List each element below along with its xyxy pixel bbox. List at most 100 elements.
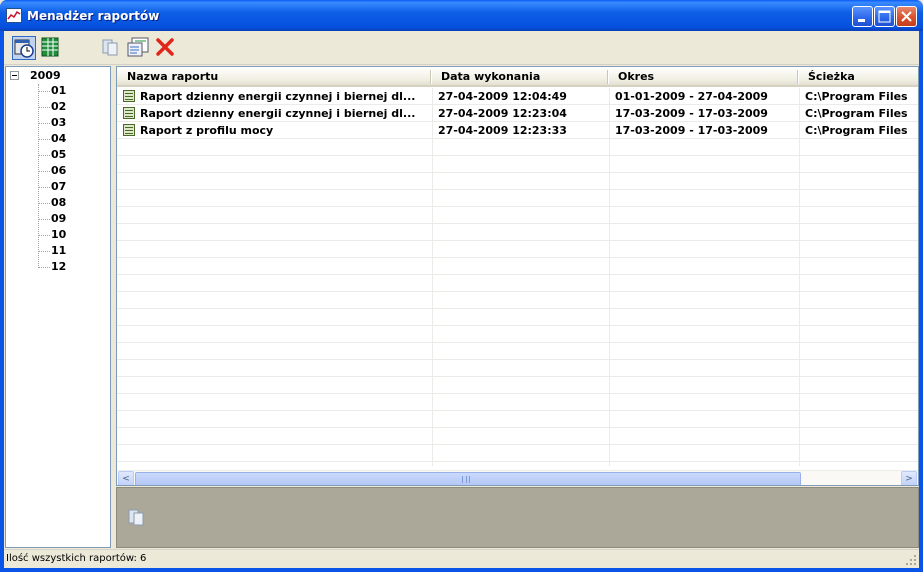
- cell-path: C:\Program Files: [805, 124, 908, 137]
- empty-row[interactable]: [117, 343, 918, 360]
- scroll-thumb[interactable]: [135, 472, 801, 485]
- maximize-icon: [878, 10, 891, 23]
- tree-item-label: 02: [51, 100, 67, 113]
- cell-report-name: Raport z profilu mocy: [140, 124, 274, 137]
- cell-date: 27-04-2009 12:04:49: [438, 90, 567, 103]
- empty-row[interactable]: [117, 224, 918, 241]
- cell-period: 01-01-2009 - 27-04-2009: [615, 90, 768, 103]
- empty-row[interactable]: [117, 258, 918, 275]
- cell-period: 17-03-2009 - 17-03-2009: [615, 124, 768, 137]
- preview-button[interactable]: [99, 36, 123, 60]
- report-preview-icon[interactable]: [127, 508, 145, 526]
- empty-row[interactable]: [117, 156, 918, 173]
- empty-row[interactable]: [117, 139, 918, 156]
- report-file-icon: [123, 90, 135, 102]
- delete-icon: [156, 38, 174, 56]
- report-file-icon: [123, 107, 135, 119]
- resize-grip-icon[interactable]: [905, 554, 917, 566]
- column-header-date[interactable]: Data wykonania: [431, 67, 608, 86]
- tree-item-month[interactable]: 03: [38, 115, 98, 131]
- tree-item-label: 05: [51, 148, 67, 161]
- empty-row[interactable]: [117, 241, 918, 258]
- empty-row[interactable]: [117, 275, 918, 292]
- calendar-view-button[interactable]: [12, 36, 36, 60]
- report-file-icon: [123, 124, 135, 136]
- list-header: Nazwa raportu Data wykonania Okres Ścież…: [117, 67, 918, 87]
- tree-root-2009[interactable]: 2009: [30, 69, 61, 82]
- detail-panel: [116, 487, 919, 548]
- empty-row[interactable]: [117, 394, 918, 411]
- tree-item-month[interactable]: 09: [38, 211, 98, 227]
- minimize-button[interactable]: [852, 6, 873, 27]
- minimize-icon: [858, 19, 865, 22]
- table-view-icon: [41, 37, 59, 57]
- tree-item-month[interactable]: 06: [38, 163, 98, 179]
- cell-report-name: Raport dzienny energii czynnej i biernej…: [140, 90, 416, 103]
- scroll-grip-icon: [462, 476, 470, 483]
- empty-row[interactable]: [117, 207, 918, 224]
- cell-report-name: Raport dzienny energii czynnej i biernej…: [140, 107, 416, 120]
- empty-row[interactable]: [117, 309, 918, 326]
- tree-item-month[interactable]: 04: [38, 131, 98, 147]
- column-header-name[interactable]: Nazwa raportu: [117, 67, 431, 86]
- tree-item-label: 06: [51, 164, 67, 177]
- column-header-path[interactable]: Ścieżka: [798, 67, 918, 86]
- table-row[interactable]: Raport z profilu mocy 27-04-2009 12:23:33…: [117, 122, 918, 139]
- tree-expander-icon[interactable]: [10, 71, 19, 80]
- tree-item-month[interactable]: 10: [38, 227, 98, 243]
- tree-item-month[interactable]: 08: [38, 195, 98, 211]
- title-bar[interactable]: Menadżer raportów: [0, 0, 923, 31]
- cell-date: 27-04-2009 12:23:33: [438, 124, 567, 137]
- empty-row[interactable]: [117, 173, 918, 190]
- tree-item-month[interactable]: 11: [38, 243, 98, 259]
- empty-row[interactable]: [117, 377, 918, 394]
- tree-item-label: 07: [51, 180, 67, 193]
- empty-row[interactable]: [117, 190, 918, 207]
- cell-path: C:\Program Files: [805, 107, 908, 120]
- list-rows: Raport dzienny energii czynnej i biernej…: [117, 88, 918, 466]
- column-header-period[interactable]: Okres: [608, 67, 798, 86]
- tree-item-month[interactable]: 07: [38, 179, 98, 195]
- tree-item-label: 04: [51, 132, 67, 145]
- properties-button[interactable]: [126, 36, 150, 60]
- report-list[interactable]: Nazwa raportu Data wykonania Okres Ścież…: [116, 66, 919, 486]
- tree-item-month[interactable]: 01: [38, 83, 98, 99]
- window-title: Menadżer raportów: [27, 9, 160, 23]
- report-preview-icon: [102, 39, 118, 56]
- cell-date: 27-04-2009 12:23:04: [438, 107, 567, 120]
- tree-item-label: 01: [51, 84, 67, 97]
- empty-row[interactable]: [117, 360, 918, 377]
- delete-button[interactable]: [154, 36, 178, 60]
- cell-period: 17-03-2009 - 17-03-2009: [615, 107, 768, 120]
- client-area: 2009 01 02 03 04 05 06 07 08 09 10 11 12…: [4, 31, 919, 568]
- calendar-clock-icon: [14, 39, 34, 58]
- app-window: Menadżer raportów 2009 01 02 03 04 05 06…: [0, 0, 923, 572]
- empty-row[interactable]: [117, 411, 918, 428]
- maximize-button[interactable]: [874, 6, 895, 27]
- empty-row[interactable]: [117, 428, 918, 445]
- toolbar: [4, 31, 919, 65]
- close-button[interactable]: [896, 6, 917, 27]
- empty-row[interactable]: [117, 326, 918, 343]
- table-row[interactable]: Raport dzienny energii czynnej i biernej…: [117, 88, 918, 105]
- tree-item-month[interactable]: 02: [38, 99, 98, 115]
- tree-item-month[interactable]: 12: [38, 259, 98, 275]
- year-tree[interactable]: 2009 01 02 03 04 05 06 07 08 09 10 11 12: [5, 66, 111, 548]
- close-icon: [901, 11, 912, 22]
- table-view-button[interactable]: [39, 36, 63, 60]
- scroll-left-button[interactable]: <: [118, 471, 134, 485]
- empty-row[interactable]: [117, 292, 918, 309]
- horizontal-scrollbar[interactable]: < >: [117, 470, 918, 485]
- table-row[interactable]: Raport dzienny energii czynnej i biernej…: [117, 105, 918, 122]
- tree-item-label: 11: [51, 244, 67, 257]
- cell-path: C:\Program Files: [805, 90, 908, 103]
- report-properties-icon: [127, 37, 149, 57]
- tree-item-label: 10: [51, 228, 67, 241]
- tree-item-month[interactable]: 05: [38, 147, 98, 163]
- report-count-text: Ilość wszystkich raportów: 6: [6, 553, 147, 564]
- scroll-right-button[interactable]: >: [901, 471, 917, 485]
- app-chart-icon: [6, 8, 22, 23]
- status-bar: Ilość wszystkich raportów: 6: [4, 549, 919, 568]
- empty-row[interactable]: [117, 445, 918, 462]
- tree-item-label: 12: [51, 260, 67, 273]
